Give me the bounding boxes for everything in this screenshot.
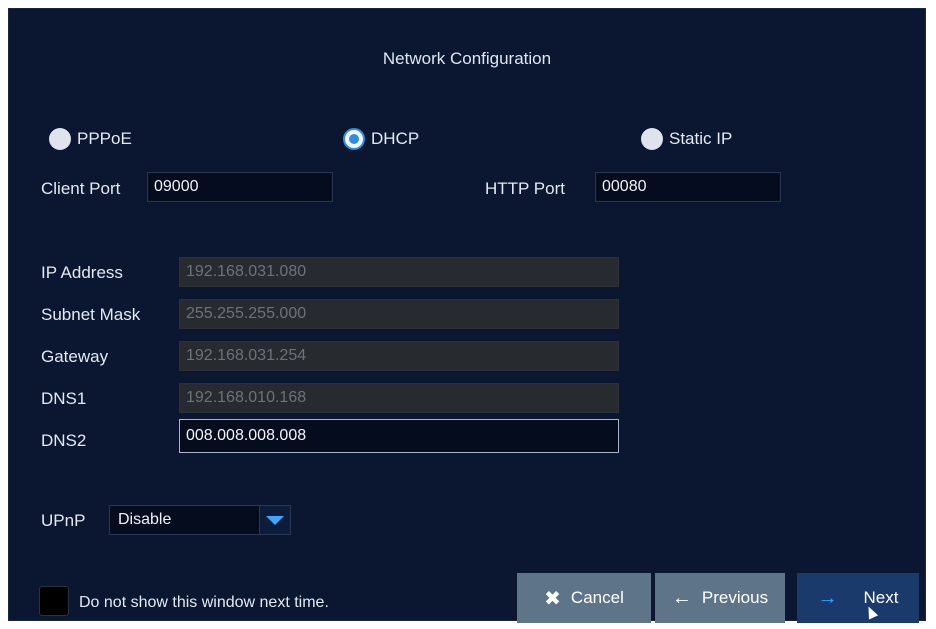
dns1-label: DNS1 [41, 389, 87, 408]
radio-pppoe-label: PPPoE [77, 129, 132, 148]
close-icon: ✖ [544, 587, 561, 610]
chevron-down-icon [266, 515, 284, 525]
ip-address-label: IP Address [41, 263, 123, 282]
radio-pppoe[interactable]: PPPoE [49, 127, 132, 151]
client-port-input[interactable]: 09000 [147, 172, 333, 202]
http-port-input[interactable]: 00080 [595, 172, 781, 202]
do-not-show-label: Do not show this window next time. [79, 594, 329, 611]
radio-dhcp-selected-icon [343, 128, 365, 150]
radio-dhcp[interactable]: DHCP [343, 127, 419, 151]
window-title: Network Configuration [382, 49, 552, 68]
radio-static-ip[interactable]: Static IP [641, 127, 732, 151]
subnet-mask-label: Subnet Mask [41, 305, 141, 324]
cancel-button-label: Cancel [570, 588, 624, 607]
upnp-select-value: Disable [118, 511, 172, 528]
arrow-left-icon: ← [671, 586, 692, 609]
radio-static-ip-label: Static IP [669, 129, 733, 148]
dns1-input[interactable]: 192.168.010.168 [179, 383, 619, 413]
upnp-label: UPnP [41, 511, 86, 530]
ip-address-input[interactable]: 192.168.031.080 [179, 257, 619, 287]
client-port-label: Client Port [41, 179, 121, 198]
previous-button-label: Previous [701, 588, 769, 607]
cancel-button[interactable]: ✖ Cancel [517, 573, 651, 623]
upnp-dropdown-button[interactable] [259, 506, 290, 534]
arrow-right-icon: → [817, 586, 838, 609]
dns2-label: DNS2 [41, 431, 87, 450]
radio-dhcp-label: DHCP [371, 129, 420, 148]
next-button[interactable]: → Next [797, 573, 919, 623]
gateway-label: Gateway [41, 347, 109, 366]
do-not-show-checkbox[interactable] [39, 586, 69, 616]
http-port-label: HTTP Port [485, 179, 565, 198]
subnet-mask-input[interactable]: 255.255.255.000 [179, 299, 619, 329]
upnp-select[interactable]: Disable [109, 505, 291, 535]
radio-static-ip-circle-icon [641, 128, 663, 150]
network-configuration-window: Network Configuration PPPoE DHCP Static … [8, 8, 926, 623]
dns2-input[interactable]: 008.008.008.008 [179, 419, 619, 453]
gateway-input[interactable]: 192.168.031.254 [179, 341, 619, 371]
radio-pppoe-circle-icon [49, 128, 71, 150]
previous-button[interactable]: ← Previous [655, 573, 785, 623]
